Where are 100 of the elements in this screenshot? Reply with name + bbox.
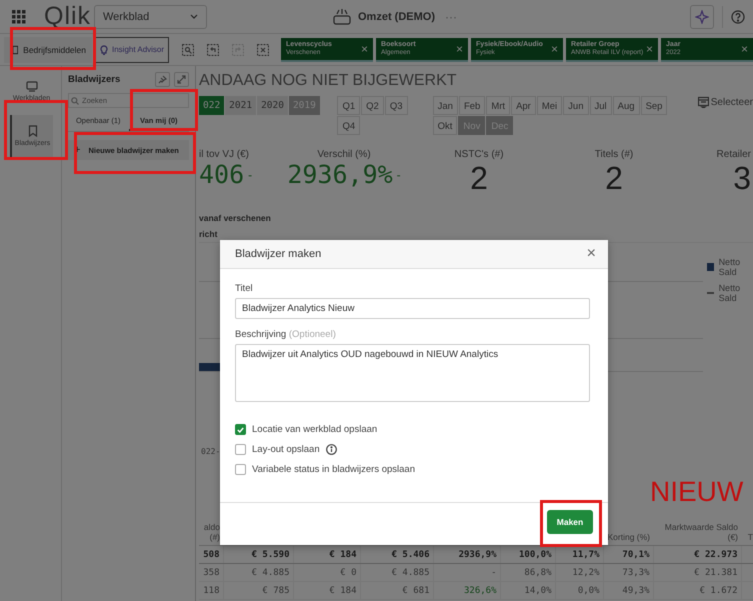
table-cell: 86,8% (500, 564, 555, 582)
column-header: aldo (#) (204, 522, 220, 542)
filter-value[interactable]: 2021 (225, 96, 256, 115)
table-cell: 14,0% (500, 582, 555, 600)
checkbox-label: Variabele status in bladwijzers opslaan (252, 464, 415, 475)
table-cell: 326,6% (433, 582, 500, 600)
chart-title: vanaf verschenen (199, 212, 272, 225)
table-cell: 0,0% (555, 582, 603, 600)
trend-indicator: - (248, 168, 252, 182)
checkbox[interactable] (235, 444, 246, 455)
lightbulb-icon (99, 44, 109, 54)
kpi-value: 2 (470, 160, 488, 197)
field-label: Beschrijving (235, 329, 286, 340)
kpi-label: Retailer (716, 148, 751, 160)
kpi-label: NSTC's (#) (454, 148, 504, 160)
table-cell: 118 (199, 582, 223, 600)
help-icon[interactable] (731, 10, 745, 24)
axis-label: 022- (201, 447, 220, 456)
more-menu[interactable]: ··· (445, 10, 457, 24)
pin-button[interactable] (155, 72, 170, 87)
apps-grid-icon[interactable] (12, 10, 26, 24)
table-cell: € 4.885 (360, 564, 433, 582)
filter-value[interactable]: Jan (432, 96, 458, 115)
checkbox-label: Lay-out opslaan (252, 444, 320, 455)
filter-value[interactable]: Aug (612, 96, 640, 115)
calendar-icon (698, 96, 709, 108)
table-cell: 70,1% (603, 546, 653, 564)
optional-hint: (Optioneel) (288, 329, 336, 340)
chevron-down-icon (190, 14, 198, 20)
step-forward-icon (232, 44, 244, 56)
kpi-label: il tov VJ (€) (199, 148, 250, 160)
filter-value[interactable]: 022 (199, 96, 224, 115)
sheet-dropdown[interactable]: Werkblad (94, 4, 207, 28)
filter-value[interactable]: 2020 (257, 96, 288, 115)
table-cell: € 4.885 (223, 564, 293, 582)
sheets-icon (26, 81, 38, 92)
info-icon[interactable] (326, 444, 337, 455)
pin-icon (158, 75, 167, 84)
checkbox[interactable] (235, 464, 246, 475)
filter-value[interactable]: Okt (432, 116, 458, 135)
trend-indicator: - (396, 168, 401, 182)
filter-value[interactable]: Jul (590, 96, 612, 115)
select-button[interactable]: Selecteer (698, 96, 753, 108)
checkbox[interactable] (235, 424, 246, 435)
filter-value[interactable]: Q2 (361, 96, 384, 115)
sparkle-button[interactable] (690, 4, 714, 28)
create-button[interactable]: Maken (547, 510, 593, 534)
expand-button[interactable] (174, 72, 189, 87)
assets-button[interactable]: Bedrijfsmiddelen (4, 36, 92, 62)
expand-icon (177, 75, 186, 84)
legend-swatch (707, 263, 714, 271)
table-cell: € 184 (293, 582, 360, 600)
kpi-label: Titels (#) (594, 148, 634, 160)
title-field[interactable]: Bladwijzer Analytics Nieuw (235, 298, 590, 319)
insight-advisor-button[interactable]: Insight Advisor (94, 36, 170, 62)
highlight-box (4, 100, 68, 160)
description-field[interactable]: Bladwijzer uit Analytics OUD nagebouwd in NIEUW Analytics (235, 344, 590, 402)
panel-icon (10, 44, 18, 54)
bookmark-icon (28, 125, 38, 137)
filter-value[interactable]: Mei (536, 96, 562, 115)
table-cell: 73,3% (603, 564, 653, 582)
search-icon (71, 97, 79, 105)
table-cell: 11,7% (555, 546, 603, 564)
table-cell: € 21.381 (653, 564, 741, 582)
filter-value[interactable]: Sep (640, 96, 668, 115)
step-back-icon (207, 44, 220, 56)
annotation-label: NIEUW (650, 476, 744, 508)
table-cell: € 785 (223, 582, 293, 600)
table-cell: € 1.672 (653, 582, 741, 600)
column-header: Korting (%) (607, 532, 650, 542)
clear-selections-icon (257, 44, 270, 56)
highlight-box (540, 500, 602, 547)
close-button[interactable]: × (586, 245, 596, 263)
legend-label: Netto Sald (718, 283, 742, 303)
filter-value[interactable]: Jun (563, 96, 588, 115)
table-cell: € 22.973 (653, 546, 741, 564)
kpi-label: Verschil (%) (317, 148, 371, 160)
kpi-value: 2936,9% (287, 160, 393, 189)
column-header: Marktwaarde Saldo (€) (664, 522, 738, 542)
column-header: T (748, 532, 753, 542)
table-cell: € 0 (293, 564, 360, 582)
legend-label: Netto Sald (718, 257, 742, 277)
field-label: Titel (235, 283, 253, 294)
kpi-value: 2 (605, 160, 623, 197)
kpi-value: 3 (733, 160, 751, 197)
table-cell: 12,2% (555, 564, 603, 582)
filter-value[interactable]: Q1 (337, 96, 360, 115)
sparkle-icon (695, 10, 709, 24)
filter-value[interactable]: Apr (511, 96, 536, 115)
filter-value[interactable]: Mrt (486, 96, 510, 115)
app-logo: Qlik (44, 2, 92, 31)
checkbox-label: Locatie van werkblad opslaan (252, 424, 378, 435)
table-cell: - (433, 564, 500, 582)
sheet-title: ANDAAG NOG NIET BIJGEWERKT (199, 71, 458, 91)
dialog-title: Bladwijzer maken (235, 248, 322, 260)
table-cell: € 681 (360, 582, 433, 600)
filter-value[interactable]: Q4 (337, 116, 360, 135)
app-icon (332, 8, 352, 26)
filter-value[interactable]: Q3 (384, 96, 408, 115)
filter-value[interactable]: Feb (458, 96, 486, 115)
